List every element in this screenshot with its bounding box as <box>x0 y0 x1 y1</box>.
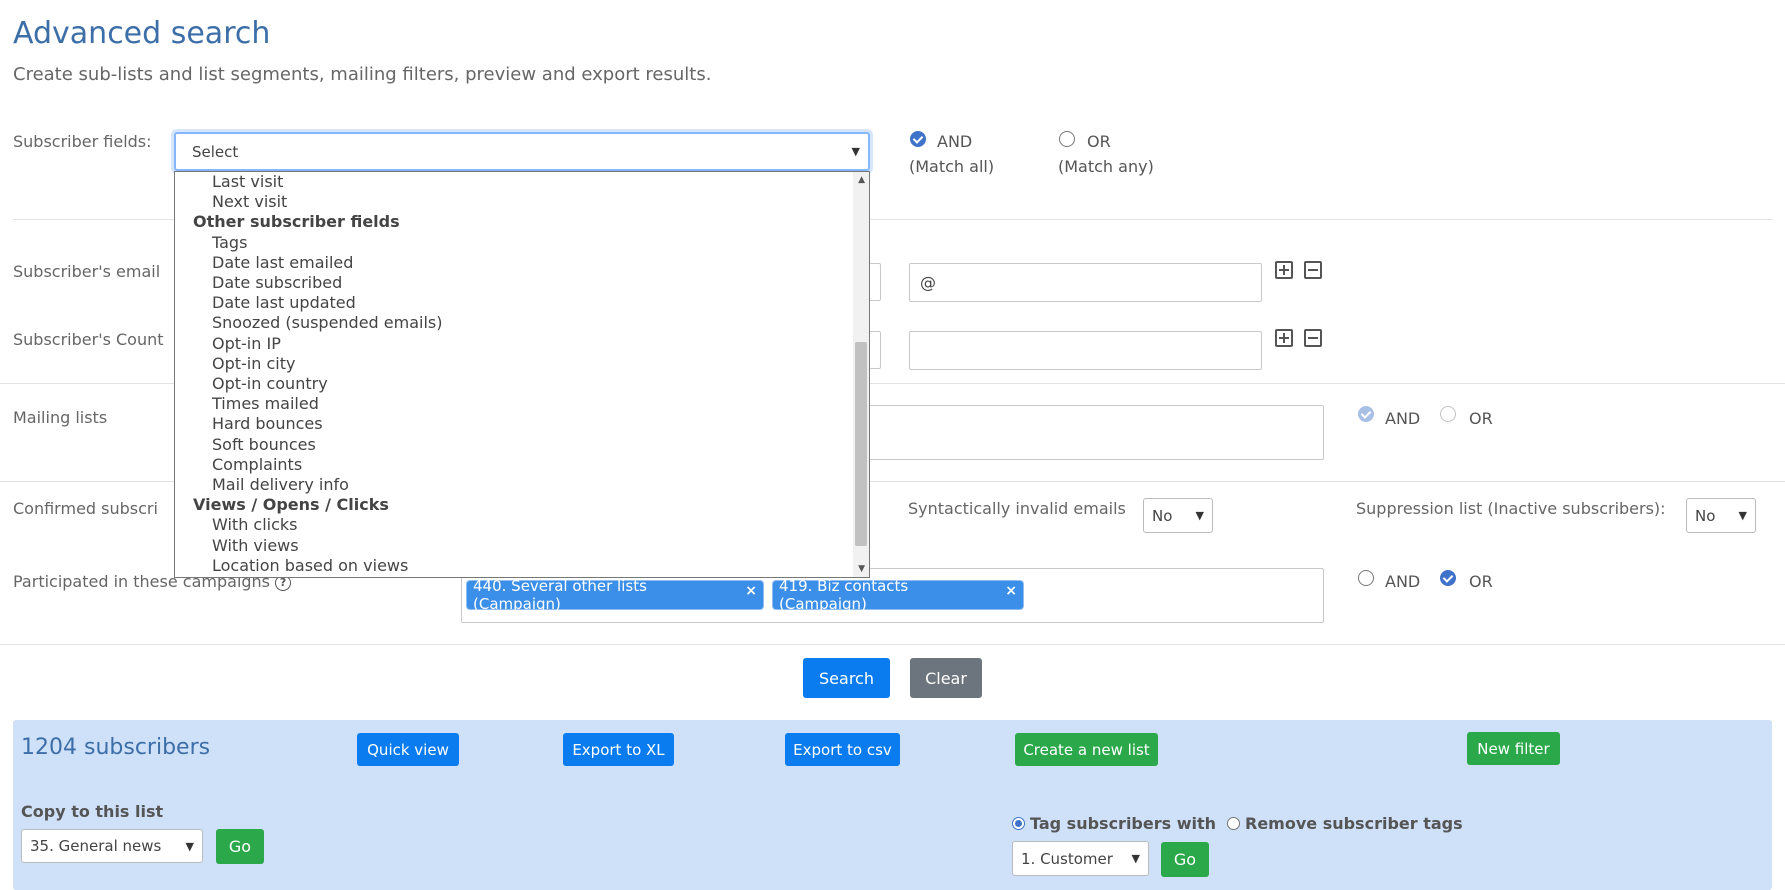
dropdown-scrollbar[interactable]: ▲ ▼ <box>853 172 869 577</box>
match-any-sub: (Match any) <box>1058 157 1154 176</box>
dropdown-group-label: Other subscriber fields <box>193 212 400 232</box>
chevron-down-icon: ▼ <box>1131 852 1140 865</box>
scroll-down-icon[interactable]: ▼ <box>858 564 865 574</box>
subscriber-fields-value: Select <box>192 142 239 161</box>
dropdown-option[interactable]: With clicks <box>212 515 298 534</box>
dropdown-option[interactable]: Date last emailed <box>212 253 353 272</box>
email-value-input[interactable]: @ <box>909 263 1262 302</box>
dropdown-option[interactable]: Opt-in IP <box>212 334 281 353</box>
copy-list-label: Copy to this list <box>21 802 164 821</box>
mailing-lists-input[interactable] <box>860 405 1324 460</box>
dropdown-option[interactable]: Location based on views <box>212 556 408 575</box>
suppression-label: Suppression list (Inactive subscribers): <box>1356 499 1666 518</box>
copy-go-button[interactable]: Go <box>216 829 264 864</box>
export-csv-button[interactable]: Export to csv <box>785 733 900 766</box>
campaigns-and-label: AND <box>1385 572 1421 591</box>
clear-button[interactable]: Clear <box>910 658 982 698</box>
dropdown-option[interactable]: Complaints <box>212 455 302 474</box>
dropdown-option[interactable]: Date last updated <box>212 293 356 312</box>
match-any-radio[interactable] <box>1059 131 1075 147</box>
mailing-lists-and-radio[interactable] <box>1358 406 1374 422</box>
match-all-label: AND <box>937 132 973 151</box>
dropdown-option[interactable]: Mail delivery info <box>212 475 349 494</box>
create-list-button[interactable]: Create a new list <box>1015 733 1158 766</box>
dropdown-group-label: Views / Opens / Clicks <box>193 495 389 515</box>
add-filter-icon[interactable] <box>1275 261 1293 279</box>
mailing-lists-label: Mailing lists <box>13 408 108 427</box>
dropdown-option[interactable]: Snoozed (suspended emails) <box>212 313 443 332</box>
results-count: 1204 subscribers <box>21 735 211 760</box>
dropdown-option[interactable]: Tags <box>212 233 247 252</box>
close-icon[interactable]: × <box>1005 583 1017 599</box>
subscriber-fields-select[interactable]: Select ▼ <box>174 132 870 171</box>
copy-list-value: 35. General news <box>30 837 162 855</box>
tag-subscribers-label: Tag subscribers with <box>1030 814 1217 833</box>
copy-list-select[interactable]: 35. General news ▼ <box>21 829 203 863</box>
chevron-down-icon: ▼ <box>185 839 194 853</box>
email-filter-label: Subscriber's email <box>13 262 161 281</box>
quick-view-button[interactable]: Quick view <box>357 733 459 766</box>
remove-filter-icon[interactable] <box>1304 261 1322 279</box>
remove-tags-label: Remove subscriber tags <box>1245 814 1463 833</box>
scroll-up-icon[interactable]: ▲ <box>858 175 865 185</box>
tag-select[interactable]: 1. Customer ▼ <box>1012 841 1149 876</box>
campaign-tag: 440. Several other lists (Campaign) × <box>467 577 763 613</box>
dropdown-option[interactable]: Times mailed <box>212 394 319 413</box>
chevron-down-icon: ▼ <box>1195 509 1204 522</box>
remove-filter-icon[interactable] <box>1304 329 1322 347</box>
subscriber-fields-dropdown[interactable]: Last visit Next visit Other subscriber fie… <box>174 171 870 578</box>
search-button[interactable]: Search <box>803 658 890 698</box>
invalid-emails-label: Syntactically invalid emails <box>908 499 1126 518</box>
scrollbar-thumb[interactable] <box>855 342 867 546</box>
remove-tags-radio[interactable] <box>1227 817 1240 830</box>
subscriber-fields-label: Subscriber fields: <box>13 132 152 151</box>
dropdown-option[interactable]: Opt-in city <box>212 354 295 373</box>
mailing-lists-or-radio[interactable] <box>1440 406 1456 422</box>
mailing-lists-and-label: AND <box>1385 409 1421 428</box>
add-filter-icon[interactable] <box>1275 329 1293 347</box>
match-all-sub: (Match all) <box>909 157 995 176</box>
dropdown-option[interactable]: Opt-in country <box>212 374 328 393</box>
suppression-value: No <box>1695 506 1716 525</box>
campaign-tag-label: 419. Biz contacts (Campaign) <box>779 577 909 613</box>
invalid-emails-select[interactable]: No ▼ <box>1143 498 1213 533</box>
new-filter-button[interactable]: New filter <box>1467 732 1560 765</box>
match-all-radio[interactable] <box>910 131 926 147</box>
mailing-lists-or-label: OR <box>1469 409 1493 428</box>
dropdown-option[interactable]: Date subscribed <box>212 273 342 292</box>
invalid-emails-value: No <box>1152 506 1173 525</box>
chevron-down-icon: ▼ <box>1738 509 1747 522</box>
confirmed-label: Confirmed subscri <box>13 499 158 518</box>
tag-go-button[interactable]: Go <box>1161 842 1209 877</box>
campaign-tag-label: 440. Several other lists (Campaign) <box>473 577 647 613</box>
export-xl-button[interactable]: Export to XL <box>563 733 674 766</box>
campaigns-or-radio[interactable] <box>1440 570 1456 586</box>
country-value-input[interactable] <box>909 331 1262 370</box>
tag-select-value: 1. Customer <box>1021 849 1113 868</box>
dropdown-option[interactable]: Next visit <box>212 192 287 211</box>
dropdown-option[interactable]: Hard bounces <box>212 414 323 433</box>
campaigns-or-label: OR <box>1469 572 1493 591</box>
campaign-tag: 419. Biz contacts (Campaign) × <box>773 577 1023 613</box>
campaigns-and-radio[interactable] <box>1358 570 1374 586</box>
suppression-select[interactable]: No ▼ <box>1686 498 1756 533</box>
dropdown-option[interactable]: With views <box>212 536 299 555</box>
page-subtitle: Create sub-lists and list segments, mail… <box>13 64 712 85</box>
tag-subscribers-radio[interactable] <box>1012 817 1025 830</box>
dropdown-option[interactable]: Soft bounces <box>212 435 316 454</box>
divider <box>0 644 1785 645</box>
dropdown-option[interactable]: Last visit <box>212 172 283 191</box>
match-any-label: OR <box>1087 132 1111 151</box>
page-title: Advanced search <box>13 16 271 51</box>
chevron-down-icon: ▼ <box>851 145 860 158</box>
country-filter-label: Subscriber's Count <box>13 330 164 349</box>
close-icon[interactable]: × <box>745 583 757 599</box>
email-value-text: @ <box>920 273 936 292</box>
